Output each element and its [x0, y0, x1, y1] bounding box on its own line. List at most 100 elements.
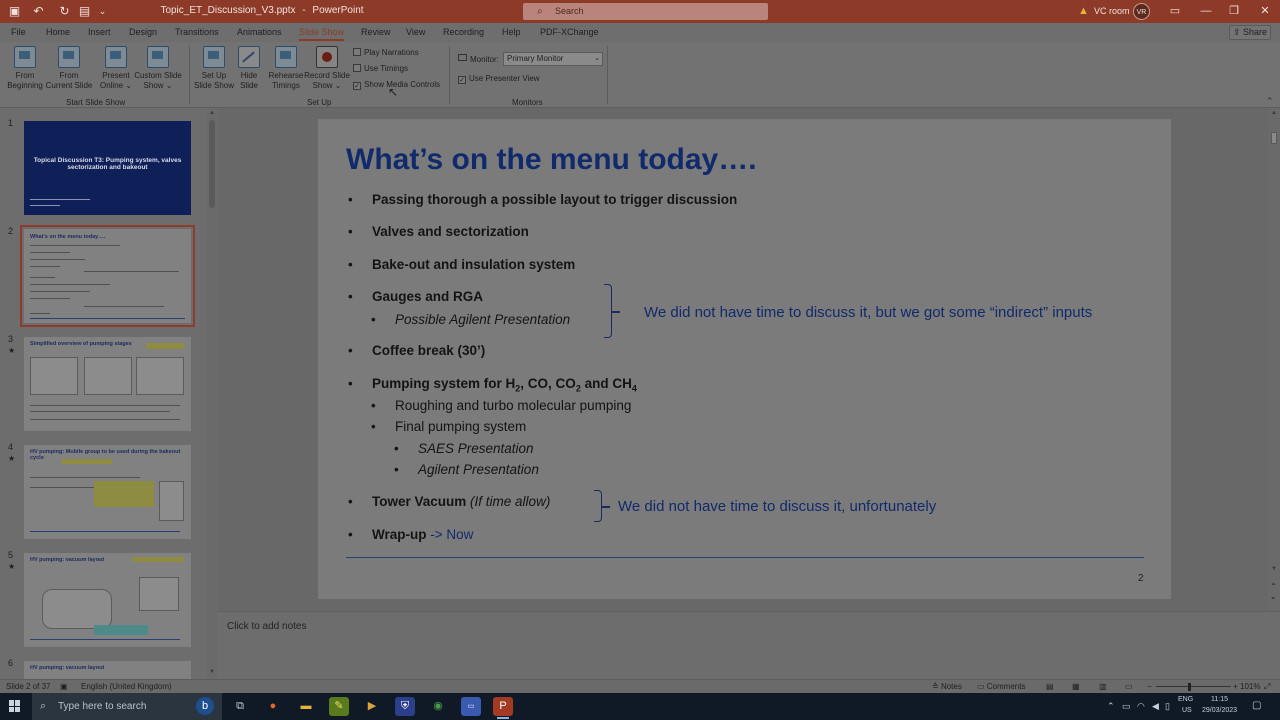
ribbon-display-options-icon[interactable]: ▭: [1167, 3, 1183, 19]
rehearse-timings-icon: [275, 46, 297, 68]
slide-number: 5: [8, 550, 14, 560]
language-status[interactable]: English (United Kingdom): [81, 682, 172, 691]
chrome-icon[interactable]: ◉: [428, 697, 448, 716]
reading-view-icon[interactable]: ▥: [1099, 682, 1107, 691]
taskbar-search-input[interactable]: ⌕ Type here to search: [32, 693, 222, 720]
use-presenter-view-checkbox[interactable]: ✓ Use Presenter View: [458, 74, 540, 84]
volume-icon[interactable]: ◀: [1152, 701, 1159, 712]
search-input[interactable]: ⌕ Search: [523, 3, 768, 20]
thumbnail-title: Topical Discussion T3: Pumping system, v…: [33, 157, 182, 171]
restore-icon[interactable]: ❐: [1226, 3, 1242, 19]
vpn-icon[interactable]: ⛨: [395, 697, 415, 716]
account-name[interactable]: VC room: [1094, 6, 1130, 16]
windows-start-icon[interactable]: [9, 700, 21, 712]
tray-overflow-icon[interactable]: ⌃: [1107, 701, 1115, 712]
tab-view[interactable]: View: [406, 27, 425, 37]
slide-thumbnail-3[interactable]: Simplified overview of pumping stages: [24, 337, 191, 431]
previous-slide-icon[interactable]: ⏶: [1271, 582, 1276, 589]
comments-toggle[interactable]: ▭ Comments: [977, 682, 1025, 691]
thumbnail-line: [30, 199, 90, 200]
thumbnail-rule: [30, 531, 180, 532]
next-slide-icon[interactable]: ⏷: [1271, 596, 1276, 603]
slide-sorter-icon[interactable]: ▦: [1072, 682, 1080, 691]
input-language[interactable]: ENG: [1178, 696, 1193, 703]
bing-icon[interactable]: b: [196, 697, 214, 715]
slide-thumbnail-6[interactable]: HV pumping: vacuum layout: [24, 661, 191, 679]
zoom-out-icon[interactable]: −: [1147, 682, 1152, 691]
minimize-icon[interactable]: —: [1198, 3, 1214, 19]
slideshow-view-icon[interactable]: ▭: [1125, 682, 1133, 691]
fit-to-window-icon[interactable]: ⤢: [1264, 682, 1270, 692]
tab-insert[interactable]: Insert: [88, 27, 111, 37]
thumbnail-highlight: [62, 459, 112, 464]
bullet-valves: • Valves and sectorization: [348, 224, 529, 239]
monitor-icon: [458, 54, 467, 61]
ribbon-tabs: File Home Insert Design Transitions Anim…: [0, 23, 1280, 42]
zoom-in-icon[interactable]: +: [1233, 682, 1238, 691]
tab-design[interactable]: Design: [129, 27, 157, 37]
checked-box-icon: ✓: [458, 76, 466, 84]
accessibility-icon[interactable]: ▣: [60, 682, 68, 691]
zoom-level[interactable]: 101%: [1240, 682, 1260, 691]
avatar[interactable]: VR: [1133, 3, 1150, 20]
thumbnail-scrollbar[interactable]: ▲ ▼: [207, 108, 217, 679]
media-player-icon[interactable]: ▶: [362, 697, 382, 716]
set-up-slide-show-button[interactable]: Set Up Slide Show: [193, 46, 235, 91]
tab-file[interactable]: File: [11, 27, 26, 37]
scroll-down-icon[interactable]: ▼: [1271, 566, 1277, 572]
slide-thumbnail-1[interactable]: Topical Discussion T3: Pumping system, v…: [24, 121, 191, 215]
bullet-dot: •: [371, 312, 376, 327]
notification-icon[interactable]: ▢: [1252, 700, 1261, 711]
editor-scrollbar[interactable]: ▲ ▼ ⏶ ⏷: [1268, 108, 1280, 611]
scroll-up-icon[interactable]: ▲: [209, 110, 215, 116]
play-narrations-checkbox[interactable]: Play Narrations: [353, 48, 419, 57]
scroll-up-icon[interactable]: ▲: [1271, 110, 1277, 116]
close-icon[interactable]: ✕: [1257, 3, 1273, 19]
from-beginning-button[interactable]: From Beginning: [4, 46, 46, 91]
tab-review[interactable]: Review: [361, 27, 391, 37]
normal-view-icon[interactable]: ▤: [1046, 682, 1054, 691]
tab-pdf-xchange[interactable]: PDF-XChange: [540, 27, 599, 37]
warning-icon[interactable]: ▲: [1078, 5, 1090, 17]
rehearse-timings-button[interactable]: Rehearse Timings: [267, 46, 305, 91]
scroll-down-icon[interactable]: ▼: [209, 669, 215, 675]
zoom-slider[interactable]: [1156, 686, 1231, 687]
task-view-icon[interactable]: ⧉: [230, 697, 250, 716]
share-button[interactable]: ⇪ Share: [1229, 25, 1271, 40]
present-online-button[interactable]: Present Online ⌄: [97, 46, 135, 91]
battery-icon[interactable]: ▯: [1165, 701, 1170, 712]
tab-home[interactable]: Home: [46, 27, 70, 37]
clock-time[interactable]: 11:15: [1211, 696, 1228, 703]
scrollbar-thumb[interactable]: [209, 120, 215, 208]
notes-placeholder[interactable]: Click to add notes: [227, 621, 307, 632]
slide-thumbnail-4[interactable]: HV pumping: Mobile group to be used duri…: [24, 445, 191, 539]
scrollbar-thumb[interactable]: [1271, 132, 1277, 144]
firefox-icon[interactable]: ●: [263, 697, 283, 716]
network-icon[interactable]: ▭: [1122, 701, 1131, 712]
tab-transitions[interactable]: Transitions: [175, 27, 219, 37]
notes-pane[interactable]: Click to add notes: [218, 611, 1280, 679]
file-explorer-icon[interactable]: ▬: [296, 697, 316, 716]
tab-animations[interactable]: Animations: [237, 27, 282, 37]
notes-toggle[interactable]: ≙ Notes: [932, 682, 962, 691]
collapse-ribbon-icon[interactable]: ⌃: [1266, 96, 1274, 107]
from-current-slide-button[interactable]: From Current Slide: [44, 46, 94, 91]
record-slide-show-button[interactable]: Record Slide Show ⌄: [303, 46, 351, 91]
tab-slide-show[interactable]: Slide Show: [299, 27, 345, 41]
slide-canvas[interactable]: What’s on the menu today…. • Passing thor…: [318, 119, 1171, 599]
zoom-slider-knob[interactable]: [1188, 683, 1191, 691]
monitor-select[interactable]: Primary Monitor ⌄: [503, 52, 603, 66]
zoom-app-icon[interactable]: ▭: [461, 697, 481, 716]
wifi-icon[interactable]: ◠: [1137, 701, 1145, 712]
tab-help[interactable]: Help: [502, 27, 521, 37]
slide-thumbnail-2[interactable]: What's on the menu today….: [20, 225, 195, 327]
powerpoint-icon[interactable]: P: [493, 697, 513, 719]
thumbnail-highlight: [146, 343, 184, 349]
use-timings-checkbox[interactable]: Use Timings: [353, 64, 408, 73]
tab-recording[interactable]: Recording: [443, 27, 484, 37]
hide-slide-button[interactable]: Hide Slide: [236, 46, 262, 91]
bullet-text: Final pumping system: [395, 419, 527, 434]
custom-slide-show-button[interactable]: Custom Slide Show ⌄: [133, 46, 183, 91]
sticky-notes-icon[interactable]: ✎: [329, 697, 349, 716]
slide-thumbnail-5[interactable]: HV pumping: vacuum layout: [24, 553, 191, 647]
